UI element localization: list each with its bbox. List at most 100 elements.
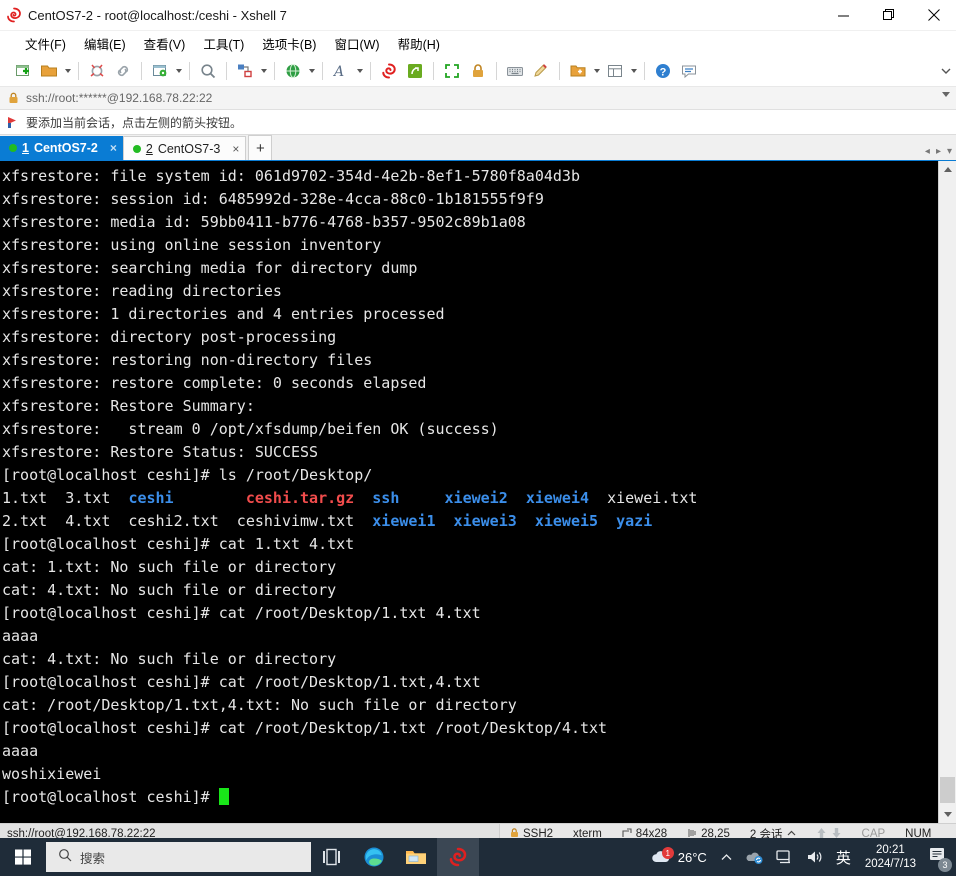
toolbar-overflow-button[interactable] <box>940 55 952 86</box>
notification-center-button[interactable]: 3 <box>924 838 956 876</box>
terminal-text: cat: 4.txt: No such file or directory <box>2 581 337 599</box>
menu-window[interactable]: 窗口(W) <box>325 31 388 56</box>
file-entry: xiewei.txt <box>589 489 698 507</box>
title-bar: CentOS7-2 - root@localhost:/ceshi - Xshe… <box>0 0 956 31</box>
network-icon[interactable] <box>770 838 800 876</box>
tab-status-dot-icon <box>9 144 17 152</box>
close-button[interactable] <box>911 0 956 30</box>
address-dropdown-icon[interactable] <box>942 92 950 97</box>
tab-menu-icon[interactable]: ▾ <box>945 146 954 157</box>
xftp-icon[interactable] <box>402 58 428 84</box>
restore-button[interactable] <box>866 0 911 30</box>
tab-centos7-2[interactable]: 1 CentOS7-2 × <box>0 136 123 160</box>
tab-close-icon[interactable]: × <box>110 141 117 155</box>
feedback-icon[interactable] <box>676 58 702 84</box>
menu-file[interactable]: 文件(F) <box>16 31 75 56</box>
notice-text: 要添加当前会话，点击左侧的箭头按钮。 <box>26 115 243 130</box>
terminal-line: xfsrestore: session id: 6485992d-328e-4c… <box>2 188 938 211</box>
tab-next-icon[interactable]: ▸ <box>934 146 943 157</box>
volume-icon[interactable] <box>800 838 830 876</box>
terminal-scrollbar[interactable] <box>938 161 956 823</box>
menu-tools[interactable]: 工具(T) <box>194 31 253 56</box>
open-folder-icon[interactable] <box>36 58 62 84</box>
compose-icon[interactable] <box>528 58 554 84</box>
menu-view[interactable]: 查看(V) <box>135 31 195 56</box>
xshell-icon[interactable] <box>376 58 402 84</box>
fullscreen-icon[interactable] <box>439 58 465 84</box>
terminal-line: cat: 4.txt: No such file or directory <box>2 579 938 602</box>
terminal-text: [root@localhost ceshi]# ls /root/Desktop… <box>2 466 373 484</box>
directory-entry: ssh <box>372 489 400 507</box>
find-icon[interactable] <box>195 58 221 84</box>
windows-start-icon[interactable] <box>0 838 46 876</box>
terminal-line: xfsrestore: Restore Summary: <box>2 395 938 418</box>
task-view-icon[interactable] <box>311 838 353 876</box>
search-input[interactable]: 搜索 <box>46 842 311 872</box>
layout-icon[interactable] <box>602 58 628 84</box>
scroll-down-icon[interactable] <box>939 806 956 823</box>
terminal-line: [root@localhost ceshi]# cat /root/Deskto… <box>2 671 938 694</box>
xshell-window: CentOS7-2 - root@localhost:/ceshi - Xshe… <box>0 0 956 844</box>
file-entry <box>517 512 535 530</box>
terminal-output[interactable]: xfsrestore: file system id: 061d9702-354… <box>0 161 938 823</box>
layout-dropdown-icon[interactable] <box>628 58 639 84</box>
new-folder-dropdown-icon[interactable] <box>591 58 602 84</box>
onedrive-icon[interactable] <box>738 838 770 876</box>
terminal-text: aaaa <box>2 627 39 645</box>
edge-browser-icon[interactable] <box>353 838 395 876</box>
weather-widget[interactable]: 1 26°C <box>646 838 715 876</box>
scrollbar-thumb[interactable] <box>940 777 955 803</box>
new-tab-button[interactable]: + <box>248 135 273 160</box>
tab-close-icon[interactable]: × <box>232 142 239 156</box>
terminal-text: xfsrestore: restore complete: 0 seconds … <box>2 374 427 392</box>
terminal-text: xfsrestore: stream 0 /opt/xfsdump/beifen… <box>2 420 499 438</box>
toolbar-separator <box>433 61 434 80</box>
minimize-button[interactable] <box>821 0 866 30</box>
tab-number: 1 <box>22 141 29 155</box>
new-folder-icon[interactable] <box>565 58 591 84</box>
session-properties-dropdown-icon[interactable] <box>173 58 184 84</box>
terminal-line: xfsrestore: using online session invento… <box>2 234 938 257</box>
menu-bar: 文件(F) 编辑(E) 查看(V) 工具(T) 选项卡(B) 窗口(W) 帮助(… <box>0 31 956 55</box>
file-explorer-icon[interactable] <box>395 838 437 876</box>
terminal-text: aaaa <box>2 742 39 760</box>
tab-centos7-3[interactable]: 2 CentOS7-3 × <box>122 136 247 160</box>
session-properties-icon[interactable] <box>147 58 173 84</box>
transfer-icon[interactable] <box>232 58 258 84</box>
transfer-dropdown-icon[interactable] <box>258 58 269 84</box>
scroll-up-icon[interactable] <box>939 161 956 178</box>
terminal-text: xfsrestore: using online session invento… <box>2 236 382 254</box>
file-entry: 1.txt 3.txt <box>2 489 129 507</box>
open-folder-dropdown-icon[interactable] <box>62 58 73 84</box>
chevron-up-icon[interactable] <box>715 838 738 876</box>
terminal-text: xfsrestore: restoring non-directory file… <box>2 351 373 369</box>
tab-prev-icon[interactable]: ◂ <box>923 146 932 157</box>
weather-badge: 1 <box>661 847 674 859</box>
keyboard-icon[interactable] <box>502 58 528 84</box>
globe-icon[interactable] <box>280 58 306 84</box>
disconnect-icon[interactable] <box>84 58 110 84</box>
font-dropdown-icon[interactable] <box>354 58 365 84</box>
address-value: ssh://root:******@192.168.78.22:22 <box>26 91 213 105</box>
menu-tabs[interactable]: 选项卡(B) <box>253 31 325 56</box>
terminal-line: [root@localhost ceshi]# ls /root/Desktop… <box>2 464 938 487</box>
terminal-text: [root@localhost ceshi]# cat 1.txt 4.txt <box>2 535 355 553</box>
address-bar[interactable]: ssh://root:******@192.168.78.22:22 <box>0 87 956 110</box>
globe-dropdown-icon[interactable] <box>306 58 317 84</box>
help-icon[interactable]: ? <box>650 58 676 84</box>
menu-help[interactable]: 帮助(H) <box>389 31 449 56</box>
ime-language-indicator[interactable]: 英 <box>830 838 857 876</box>
terminal-text: xfsrestore: Restore Summary: <box>2 397 255 415</box>
terminal-line: aaaa <box>2 740 938 763</box>
search-placeholder: 搜索 <box>80 851 106 866</box>
scrollbar-track[interactable] <box>939 178 956 806</box>
menu-edit[interactable]: 编辑(E) <box>75 31 135 56</box>
link-icon[interactable] <box>110 58 136 84</box>
lock-icon[interactable] <box>465 58 491 84</box>
xshell-taskbar-icon[interactable] <box>437 838 479 876</box>
font-icon[interactable]: A <box>328 58 354 84</box>
clock-widget[interactable]: 20:21 2024/7/13 <box>857 838 924 876</box>
terminal-text: xfsrestore: directory post-processing <box>2 328 337 346</box>
new-session-icon[interactable] <box>10 58 36 84</box>
toolbar-separator <box>496 61 497 80</box>
